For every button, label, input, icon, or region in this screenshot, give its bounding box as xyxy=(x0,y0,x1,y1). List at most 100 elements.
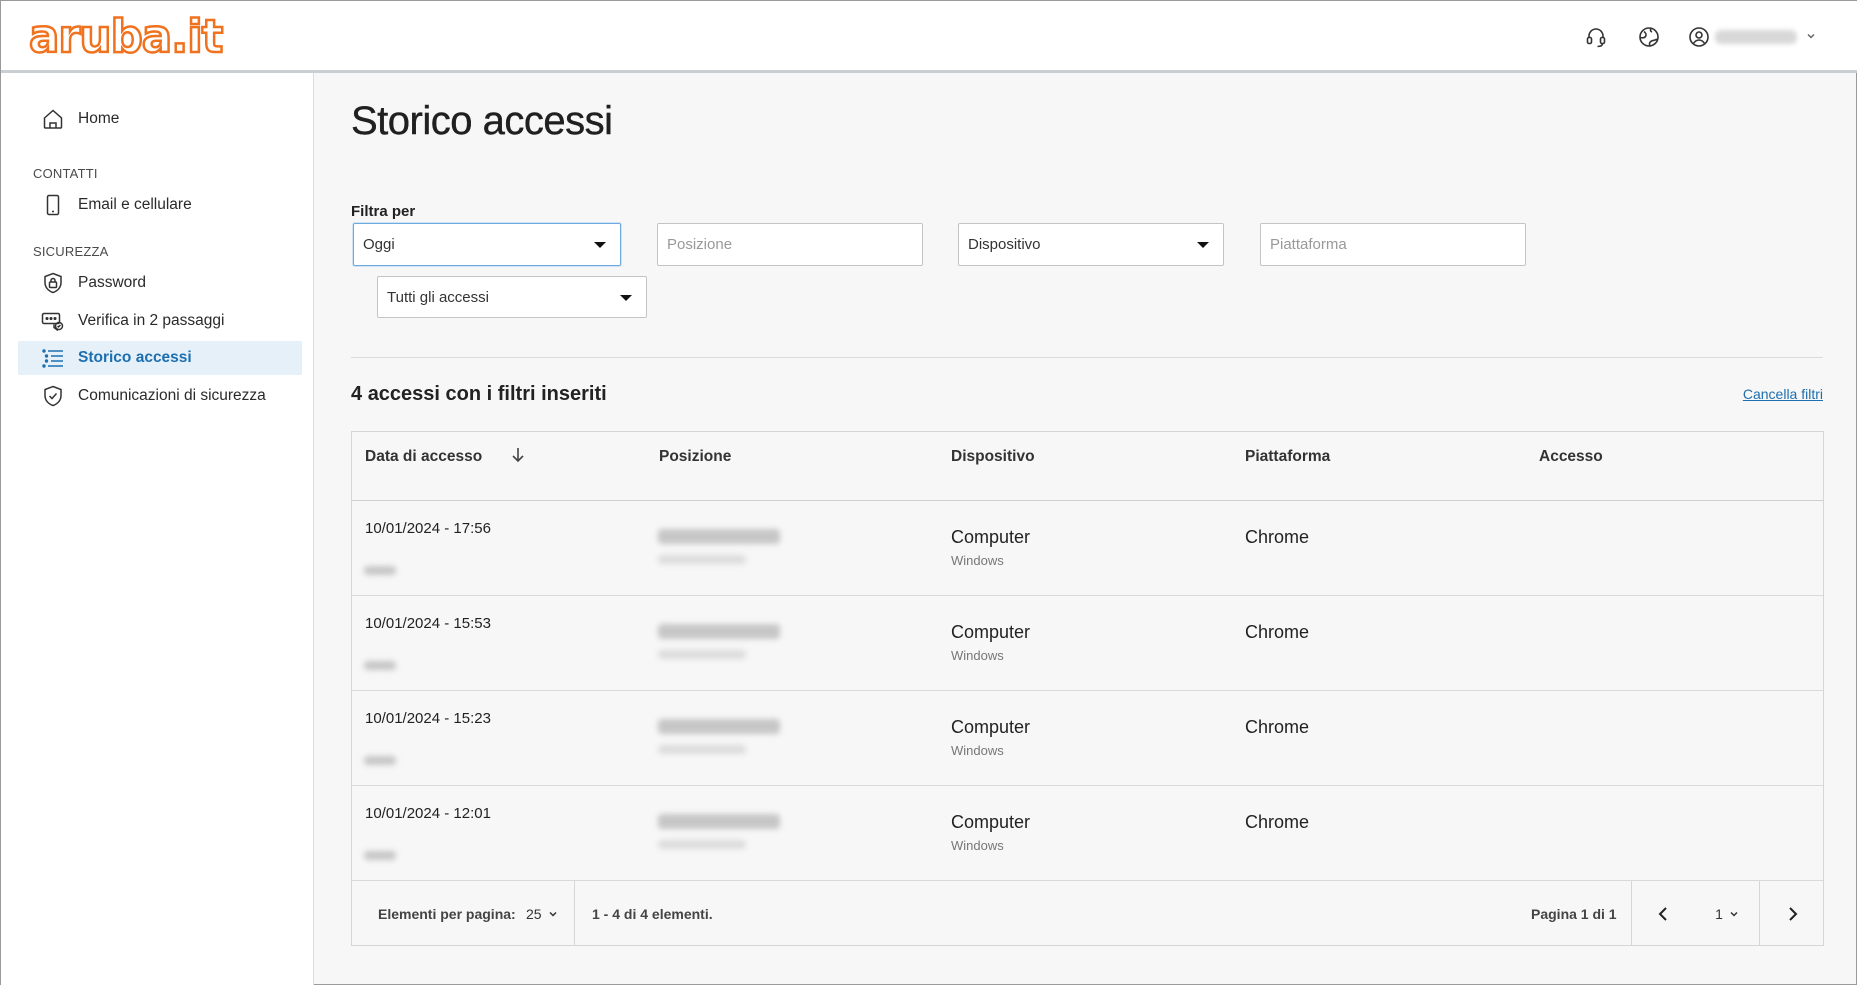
access-type-select-value: Tutti gli accessi xyxy=(387,288,489,306)
access-type-select[interactable]: Tutti gli accessi xyxy=(377,276,647,318)
clear-filters-link[interactable]: Cancella filtri xyxy=(1743,386,1823,402)
main-content: Storico accessi Filtra per Oggi Posizion… xyxy=(315,73,1857,985)
sidebar-item-label: Comunicazioni di sicurezza xyxy=(78,387,266,404)
table-row: 10/01/2024 - 17:56 Computer Windows Chro… xyxy=(352,501,1823,596)
sidebar-item-email-phone[interactable]: Email e cellulare xyxy=(18,188,302,222)
headset-icon[interactable] xyxy=(1584,25,1608,49)
per-page-select[interactable]: 25 xyxy=(526,906,558,922)
chevron-down-icon xyxy=(549,911,557,917)
device-os: Windows xyxy=(951,648,1004,663)
sidebar-item-access-history[interactable]: Storico accessi xyxy=(18,341,302,375)
footer-separator xyxy=(574,881,575,946)
page-title: Storico accessi xyxy=(351,99,613,143)
results-count-text: accessi con i filtri inseriti xyxy=(367,383,607,405)
sidebar-item-label: Storico accessi xyxy=(78,349,192,366)
app-frame: aruba.it Home CONTATTI Email e cellulare… xyxy=(0,0,1857,985)
device-type: Computer xyxy=(951,717,1031,737)
column-header-access: Accesso xyxy=(1539,448,1603,465)
platform: Chrome xyxy=(1245,812,1310,832)
section-divider xyxy=(351,357,1823,358)
redacted-position xyxy=(658,624,780,639)
access-history-table: Data di accesso Posizione Dispositivo Pi… xyxy=(351,431,1824,946)
caret-down-icon xyxy=(1197,242,1209,248)
table-row: 10/01/2024 - 15:53 Computer Windows Chro… xyxy=(352,596,1823,691)
device-os: Windows xyxy=(951,743,1004,758)
redacted-ip xyxy=(364,851,396,860)
sidebar-item-security-comms[interactable]: Comunicazioni di sicurezza xyxy=(18,379,302,413)
page-number-select[interactable]: 1 xyxy=(1696,881,1758,946)
redacted-position-detail xyxy=(658,745,746,754)
column-header-date[interactable]: Data di accesso xyxy=(365,448,482,466)
access-date: 10/01/2024 - 17:56 xyxy=(365,520,491,537)
table-header: Data di accesso Posizione Dispositivo Pi… xyxy=(352,432,1823,501)
platform: Chrome xyxy=(1245,622,1310,642)
two-step-verification-icon xyxy=(41,309,65,333)
period-select-value: Oggi xyxy=(363,236,395,253)
device-type: Computer xyxy=(951,622,1031,642)
results-count: 4 accessi con i filtri inseriti xyxy=(351,383,607,406)
redacted-ip xyxy=(364,566,396,575)
platform: Chrome xyxy=(1245,527,1310,547)
column-header-device: Dispositivo xyxy=(951,448,1035,465)
device-os: Windows xyxy=(951,553,1004,568)
table-row: 10/01/2024 - 15:23 Computer Windows Chro… xyxy=(352,691,1823,786)
sidebar-item-two-step[interactable]: Verifica in 2 passaggi xyxy=(18,304,302,338)
redacted-ip xyxy=(364,756,396,765)
per-page-value: 25 xyxy=(526,906,542,922)
page-text: Pagina 1 di 1 xyxy=(1531,906,1617,922)
redacted-position xyxy=(658,529,780,544)
smartphone-icon xyxy=(41,193,65,217)
device-select-value: Dispositivo xyxy=(968,236,1041,253)
home-icon xyxy=(41,107,65,131)
redacted-position-detail xyxy=(658,555,746,564)
results-count-number: 4 xyxy=(351,383,363,405)
platform-input-placeholder: Piattaforma xyxy=(1270,236,1347,253)
redacted-position xyxy=(658,719,780,734)
sidebar-item-password[interactable]: Password xyxy=(18,266,302,300)
column-header-position: Posizione xyxy=(659,448,732,465)
redacted-ip xyxy=(364,661,396,670)
device-os: Windows xyxy=(951,838,1004,853)
period-select[interactable]: Oggi xyxy=(353,223,621,266)
top-bar: aruba.it xyxy=(1,1,1857,73)
redacted-position-detail xyxy=(658,840,746,849)
per-page-label: Elementi per pagina: xyxy=(378,906,516,922)
chevron-down-icon[interactable] xyxy=(1805,29,1817,41)
platform: Chrome xyxy=(1245,717,1310,737)
range-text: 1 - 4 di 4 elementi. xyxy=(592,906,713,922)
column-header-platform: Piattaforma xyxy=(1245,448,1331,465)
shield-lock-icon xyxy=(41,271,65,295)
sidebar-item-label: Email e cellulare xyxy=(78,196,192,213)
caret-down-icon xyxy=(620,295,632,301)
previous-page-button[interactable] xyxy=(1632,881,1696,946)
access-date: 10/01/2024 - 15:23 xyxy=(365,710,491,727)
sidebar-item-home[interactable]: Home xyxy=(18,102,302,136)
filter-label: Filtra per xyxy=(351,203,416,220)
chevron-right-icon xyxy=(1789,906,1798,921)
sidebar-item-label: Verifica in 2 passaggi xyxy=(78,312,225,329)
device-select[interactable]: Dispositivo xyxy=(958,223,1224,266)
platform-input[interactable]: Piattaforma xyxy=(1260,223,1526,266)
aruba-logo[interactable]: aruba.it xyxy=(28,9,225,64)
user-circle-icon[interactable] xyxy=(1687,25,1711,49)
support-globe-icon[interactable] xyxy=(1637,25,1661,49)
access-date: 10/01/2024 - 12:01 xyxy=(365,805,491,822)
next-page-button[interactable] xyxy=(1760,881,1824,946)
sidebar: Home CONTATTI Email e cellulare SICUREZZ… xyxy=(1,73,314,985)
sidebar-section-security: SICUREZZA xyxy=(33,244,109,259)
user-name-redacted[interactable] xyxy=(1715,30,1797,44)
access-date: 10/01/2024 - 15:53 xyxy=(365,615,491,632)
table-row: 10/01/2024 - 12:01 Computer Windows Chro… xyxy=(352,786,1823,881)
device-type: Computer xyxy=(951,527,1031,547)
sidebar-section-contacts: CONTATTI xyxy=(33,166,98,181)
sidebar-item-label: Password xyxy=(78,274,147,291)
arrow-down-sort-icon[interactable] xyxy=(510,446,526,464)
current-page: 1 xyxy=(1715,905,1723,922)
position-input[interactable]: Posizione xyxy=(657,223,923,266)
chevron-left-icon xyxy=(1658,906,1667,921)
redacted-position xyxy=(658,814,780,829)
sidebar-item-label: Home xyxy=(78,110,120,127)
table-pagination: Elementi per pagina: 25 1 - 4 di 4 eleme… xyxy=(352,881,1823,946)
chevron-down-icon xyxy=(1730,911,1738,917)
device-type: Computer xyxy=(951,812,1031,832)
